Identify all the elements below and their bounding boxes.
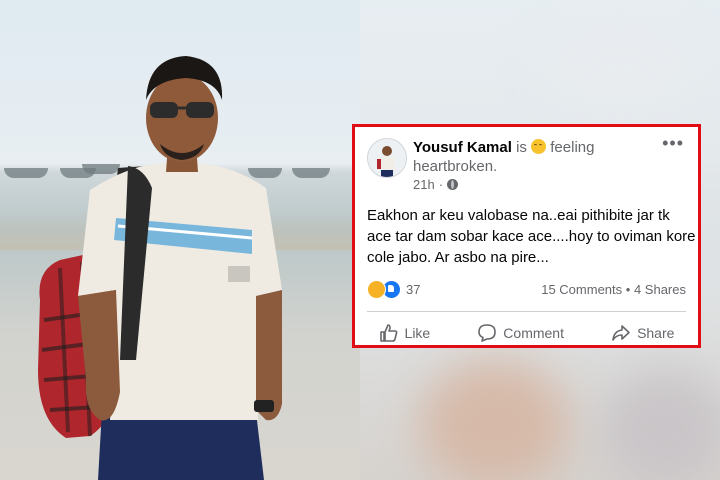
reactions-summary[interactable]: 37 (367, 280, 420, 299)
facebook-post-card: Yousuf Kamal is feeling heartbroken. 21h… (352, 124, 701, 348)
counts-separator: • (625, 282, 631, 297)
comment-button[interactable]: Comment (477, 323, 564, 343)
share-button[interactable]: Share (611, 323, 674, 343)
like-label: Like (404, 325, 431, 341)
post-time[interactable]: 21h (413, 177, 435, 192)
post-meta: 21h · (413, 177, 459, 192)
more-options-icon[interactable]: ••• (662, 134, 684, 152)
author-name[interactable]: Yousuf Kamal (413, 139, 512, 156)
photo-background: Yousuf Kamal is feeling heartbroken. 21h… (0, 0, 720, 480)
avatar[interactable] (367, 138, 407, 178)
blur-blob (420, 360, 570, 480)
comment-icon (478, 324, 497, 342)
sad-reaction-icon (367, 280, 386, 299)
emoji-sad-icon (531, 139, 547, 154)
share-label: Share (637, 325, 675, 341)
comments-count[interactable]: 15 Comments (541, 282, 622, 297)
like-icon (379, 324, 397, 342)
blur-blob (540, 20, 700, 110)
post-actions: Like Comment Share (355, 319, 698, 347)
post-text: Eakhon ar keu valobase na..eai pithibite… (367, 207, 696, 266)
comment-label: Comment (503, 325, 564, 341)
is-word: is (516, 139, 527, 156)
reaction-count: 37 (406, 282, 421, 297)
feeling-value[interactable]: heartbroken. (413, 158, 497, 175)
man-photo (38, 56, 282, 480)
meta-dot: · (438, 177, 444, 192)
shares-count[interactable]: 4 Shares (634, 282, 686, 297)
share-icon (612, 325, 630, 341)
engagement-counts: 15 Comments • 4 Shares (541, 282, 686, 297)
post-header: Yousuf Kamal is feeling heartbroken. (413, 138, 653, 176)
like-button[interactable]: Like (379, 323, 431, 343)
avatar-photo (368, 139, 406, 177)
feeling-word: feeling (550, 139, 595, 156)
globe-icon[interactable] (447, 179, 459, 190)
divider (367, 311, 686, 312)
